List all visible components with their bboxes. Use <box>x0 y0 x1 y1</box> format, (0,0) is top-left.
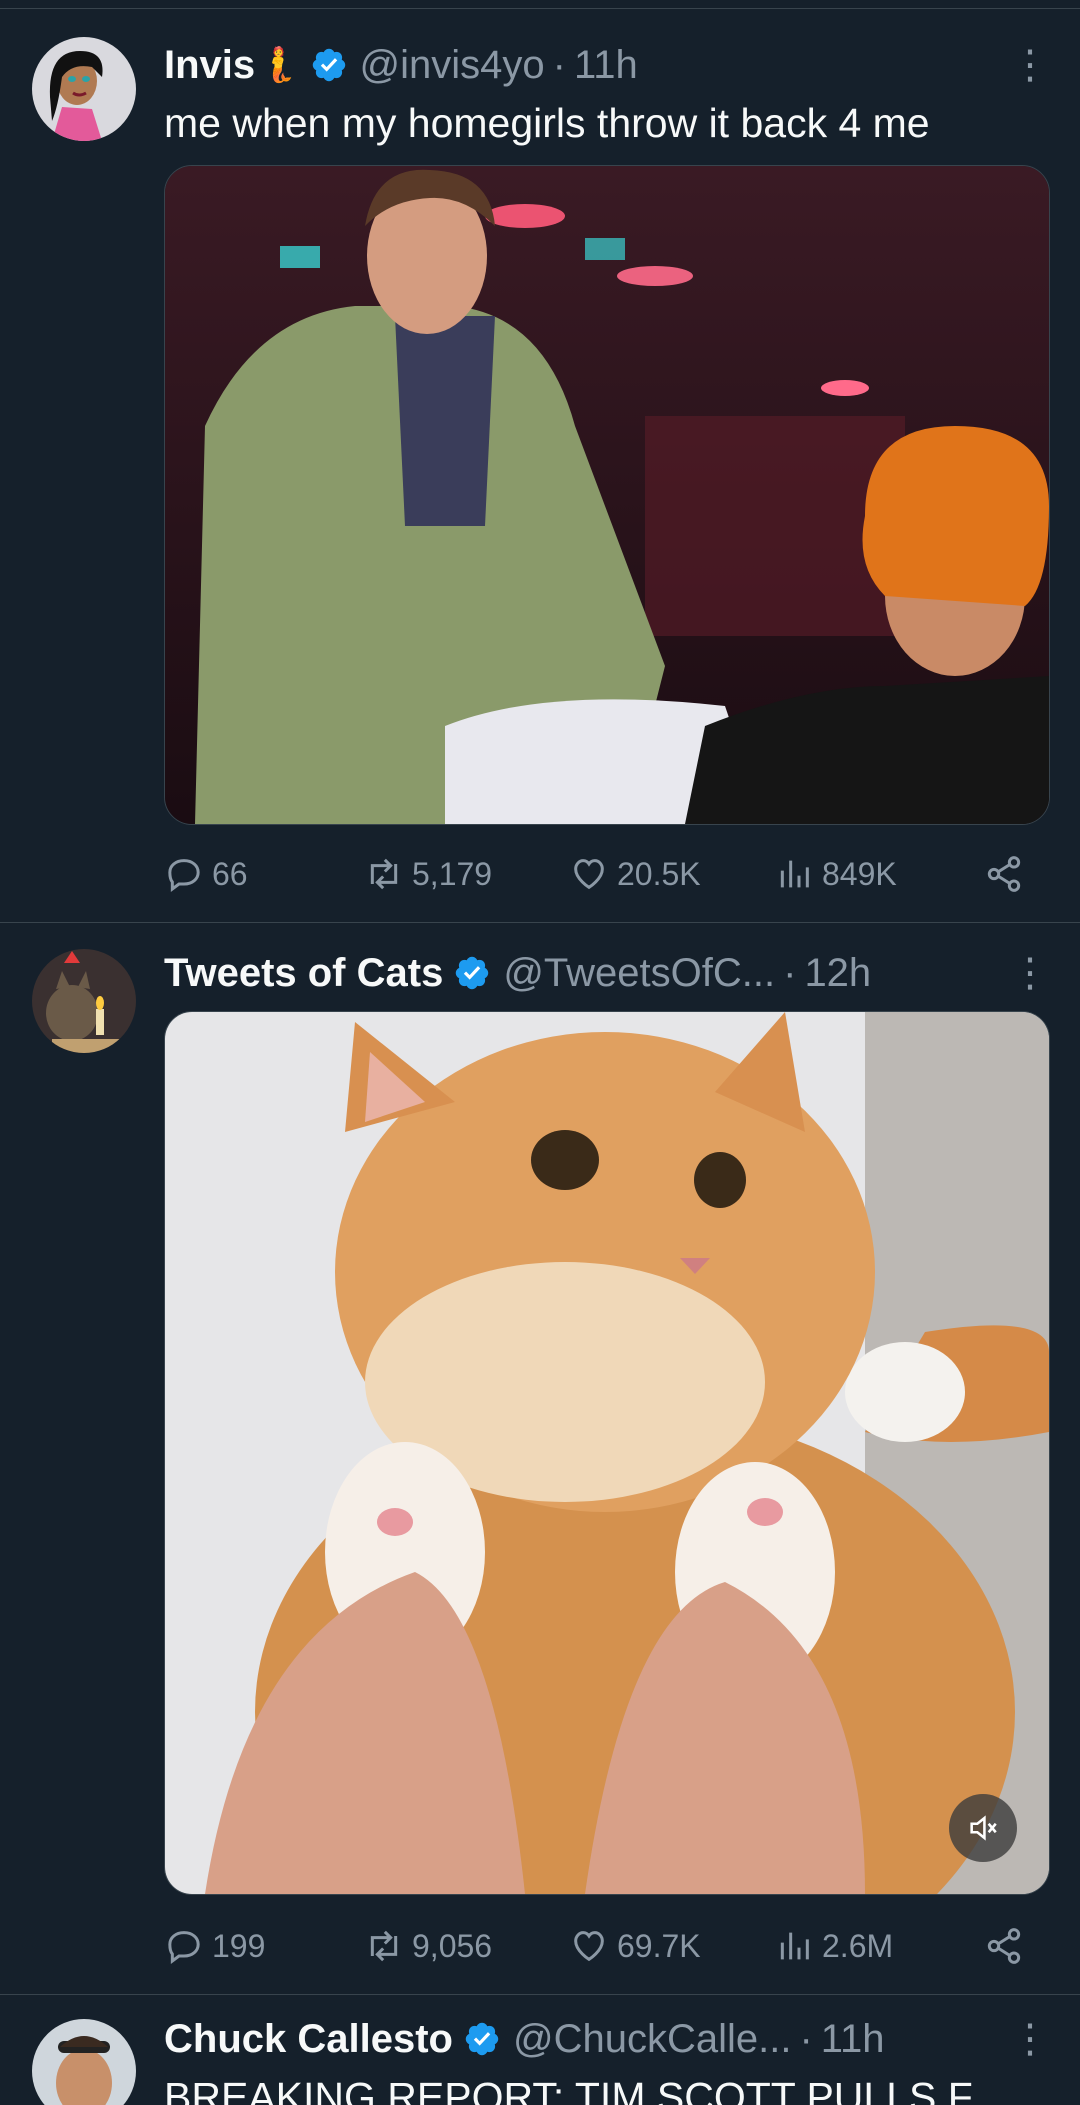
mute-button[interactable] <box>949 1794 1017 1862</box>
verified-badge-icon <box>465 2022 499 2056</box>
retweet-icon <box>370 1930 398 1962</box>
reply-count: 199 <box>212 1927 266 1964</box>
more-icon[interactable]: ⋮ <box>1010 42 1050 88</box>
timestamp[interactable]: 11h <box>821 2017 885 2062</box>
retweet-icon <box>370 858 398 890</box>
retweet-count: 9,056 <box>412 1927 493 1964</box>
share-button[interactable] <box>984 854 1024 894</box>
reply-button[interactable]: 199 <box>164 1926 364 1966</box>
verified-badge-icon <box>312 48 345 82</box>
avatar[interactable] <box>32 2019 136 2105</box>
top-divider <box>0 0 1080 9</box>
tweet-actions: 199 9,056 69.7K 2.6M <box>164 1926 1024 1966</box>
share-button[interactable] <box>984 1926 1024 1966</box>
heart-icon <box>574 859 604 890</box>
separator-dot: · <box>552 42 566 87</box>
avatar[interactable] <box>32 37 136 141</box>
emoji-icon: 🧜 <box>257 46 300 84</box>
tweet-1[interactable]: Invis 🧜 @invis4yo · 11h ⋮ me when my hom… <box>0 9 1080 923</box>
tweet-2[interactable]: Tweets of Cats @TweetsOfC... · 12h ⋮ 199… <box>0 923 1080 1995</box>
tweet-text: me when my homegirls throw it back 4 me <box>164 100 930 146</box>
views-icon <box>780 860 809 888</box>
tweet-3[interactable]: Chuck Callesto @ChuckCalle... · 11h ⋮ BR… <box>0 1995 1080 2105</box>
like-count: 20.5K <box>617 855 701 892</box>
timestamp[interactable]: 11h <box>574 43 638 88</box>
reply-button[interactable]: 66 <box>164 854 364 894</box>
like-button[interactable]: 69.7K <box>569 1926 774 1966</box>
tweet-header: Tweets of Cats @TweetsOfC... · 12h ⋮ <box>164 943 1050 1003</box>
views-count: 849K <box>822 855 897 892</box>
like-button[interactable]: 20.5K <box>569 854 774 894</box>
tweet-content: Invis 🧜 @invis4yo · 11h ⋮ me when my hom… <box>164 35 1050 151</box>
display-name[interactable]: Chuck Callesto <box>164 2017 453 2062</box>
like-count: 69.7K <box>617 1927 701 1964</box>
retweet-count: 5,179 <box>412 855 493 892</box>
tweet-image[interactable] <box>164 165 1050 825</box>
reply-icon <box>168 859 200 892</box>
reply-count: 66 <box>212 855 248 892</box>
reply-icon <box>168 1931 200 1964</box>
display-name[interactable]: Tweets of Cats <box>164 951 443 996</box>
tweet-header: Invis 🧜 @invis4yo · 11h ⋮ <box>164 35 1050 95</box>
more-icon[interactable]: ⋮ <box>1010 950 1050 996</box>
more-icon[interactable]: ⋮ <box>1010 2016 1050 2062</box>
retweet-button[interactable]: 5,179 <box>364 854 569 894</box>
timestamp[interactable]: 12h <box>804 951 871 996</box>
mute-icon <box>970 1815 997 1841</box>
separator-dot: · <box>783 950 797 995</box>
avatar[interactable] <box>32 949 136 1053</box>
views-icon <box>780 1932 809 1960</box>
tweet-header: Chuck Callesto @ChuckCalle... · 11h ⋮ <box>164 2009 1050 2069</box>
handle[interactable]: @ChuckCalle... <box>513 2017 791 2062</box>
handle[interactable]: @invis4yo <box>360 43 545 88</box>
heart-icon <box>574 1931 604 1962</box>
handle[interactable]: @TweetsOfC... <box>503 951 775 996</box>
tweet-actions: 66 5,179 20.5K 849K <box>164 854 1024 894</box>
retweet-button[interactable]: 9,056 <box>364 1926 569 1966</box>
views-button[interactable]: 2.6M <box>774 1926 974 1966</box>
tweet-text: BREAKING REPORT: Tim Scott pulls f <box>164 2074 973 2105</box>
share-icon <box>987 856 1021 892</box>
views-button[interactable]: 849K <box>774 854 974 894</box>
separator-dot: · <box>799 2016 813 2061</box>
share-icon <box>987 1928 1021 1964</box>
tweet-video[interactable] <box>164 1011 1050 1895</box>
views-count: 2.6M <box>822 1927 894 1964</box>
display-name[interactable]: Invis <box>164 43 255 88</box>
verified-badge-icon <box>456 956 489 990</box>
tweet-content: Chuck Callesto @ChuckCalle... · 11h ⋮ BR… <box>164 2009 1050 2105</box>
tweet-content: Tweets of Cats @TweetsOfC... · 12h ⋮ <box>164 943 1050 1003</box>
